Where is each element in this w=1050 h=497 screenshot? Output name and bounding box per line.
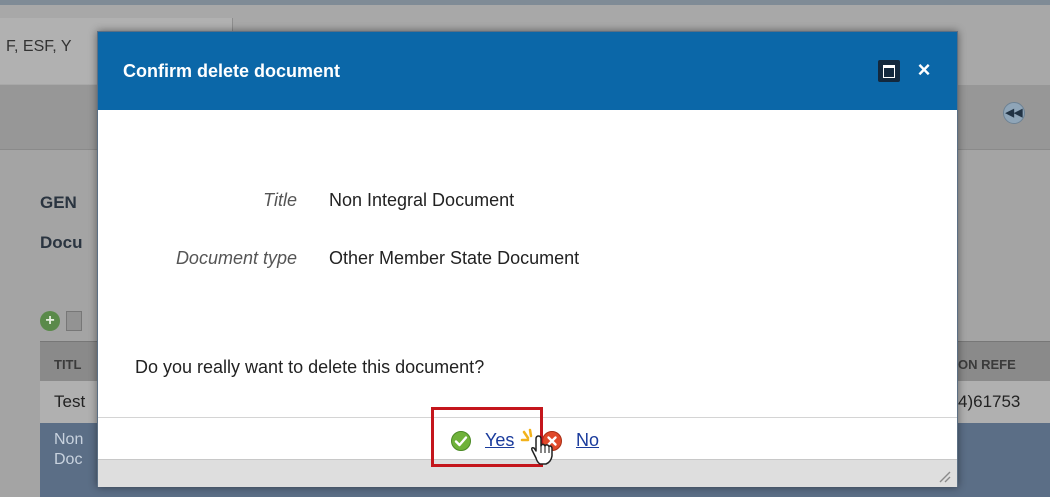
edit-icon xyxy=(66,311,82,331)
confirmation-question: Do you really want to delete this docume… xyxy=(135,357,485,377)
section-subheading: Docu xyxy=(40,233,83,252)
collapse-left-icon: ◀◀ xyxy=(1003,102,1025,124)
resize-grip-icon[interactable] xyxy=(937,469,951,483)
column-header-title: TITL xyxy=(54,357,82,372)
dialog-header: Confirm delete document × xyxy=(98,32,957,110)
no-button[interactable]: No xyxy=(576,430,599,451)
field-value-document-type: Other Member State Document xyxy=(329,248,580,268)
close-icon[interactable]: × xyxy=(914,56,934,84)
field-label-title: Title xyxy=(263,190,297,210)
field-value-title: Non Integral Document xyxy=(329,190,515,210)
field-label-document-type: Document type xyxy=(175,248,297,268)
dialog-title: Confirm delete document xyxy=(123,61,341,81)
table-cell-title: Test xyxy=(54,392,86,411)
maximize-icon[interactable] xyxy=(878,60,900,82)
add-icon: + xyxy=(40,311,60,331)
section-heading: GEN xyxy=(40,193,77,212)
tab-label: F, ESF, Y xyxy=(6,38,72,55)
hand-cursor-icon xyxy=(520,428,553,465)
table-cell-reference: 4)61753 xyxy=(958,392,1021,411)
column-header-reference: ON REFE xyxy=(958,357,1016,372)
